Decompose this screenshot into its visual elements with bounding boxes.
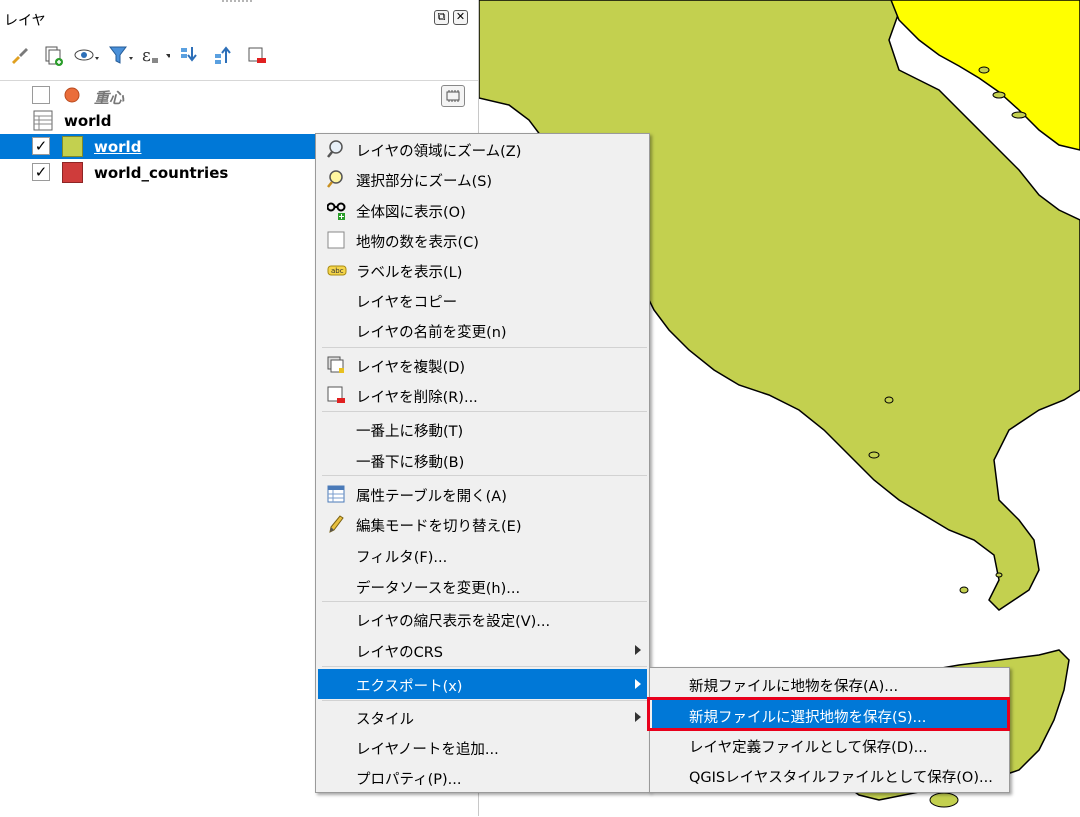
island [995,572,1003,578]
filter-icon[interactable] [106,40,136,70]
collapse-all-icon[interactable] [208,40,238,70]
submenu-arrow-icon [635,679,641,689]
zoom-selection-icon [327,170,345,188]
layer-context-menu: レイヤの領域にズーム(Z) 選択部分にズーム(S) 全体図に表示(O) 地物の数… [315,133,650,793]
menu-export[interactable]: エクスポート(x) [318,669,647,699]
island [959,586,969,594]
layer-memory-indicator-icon[interactable] [441,85,465,107]
visibility-eye-icon[interactable] [72,40,102,70]
island [978,66,990,74]
layer-label: world [94,138,142,156]
island [992,91,1006,99]
panel-title: レイヤ [4,13,46,29]
panel-drag-grip[interactable] [222,0,252,6]
close-icon[interactable]: ✕ [453,10,468,25]
menu-separator [322,700,647,701]
menu-separator [322,475,647,476]
submenu-arrow-icon [635,645,641,655]
zoom-layer-icon [327,140,345,158]
attribute-table-icon [327,485,345,503]
point-symbol-icon [62,85,83,106]
menu-rename-layer[interactable]: レイヤの名前を変更(n) [318,315,647,345]
menu-show-labels[interactable]: abc ラベルを表示(L) [318,255,647,285]
label-abc-icon: abc [327,261,347,279]
expand-all-icon[interactable] [174,40,204,70]
menu-show-feature-count[interactable]: 地物の数を表示(C) [318,225,647,255]
annotation-red-highlight-box [647,697,1010,731]
menu-zoom-to-selection[interactable]: 選択部分にズーム(S) [318,164,647,194]
layer-row-world-table[interactable]: world [0,108,478,133]
menu-change-data-source[interactable]: データソースを変更(h)... [318,571,647,601]
svg-text:abc: abc [331,267,344,275]
table-icon [33,110,54,131]
layers-toolbar: ε [4,40,272,70]
menu-copy-layer[interactable]: レイヤをコピー [318,285,647,315]
remove-layer-icon [327,386,345,404]
expression-filter-icon[interactable]: ε [140,40,170,70]
menu-separator [322,411,647,412]
menu-add-layer-notes[interactable]: レイヤノートを追加... [318,732,647,762]
menu-set-scale-visibility[interactable]: レイヤの縮尺表示を設定(V)... [318,604,647,634]
overview-glasses-icon [326,201,346,220]
menu-filter[interactable]: フィルタ(F)... [318,540,647,570]
panel-controls: ⧉ ✕ [434,10,468,25]
checkbox-icon [327,231,345,249]
pencil-icon [327,515,345,533]
layer-visibility-checkbox[interactable] [32,86,50,104]
menu-show-in-overview[interactable]: 全体図に表示(O) [318,195,647,225]
layer-row-centroid[interactable]: 重心 [0,83,478,108]
submenu-arrow-icon [635,712,641,722]
menu-properties[interactable]: プロパティ(P)... [318,762,647,792]
layer-visibility-checkbox[interactable]: ✓ [32,163,50,181]
remove-layer-icon[interactable] [242,40,272,70]
submenu-save-features-as[interactable]: 新規ファイルに地物を保存(A)... [652,669,1007,699]
polygon-symbol-icon [62,136,83,157]
svg-text:ε: ε [142,46,151,66]
undock-icon[interactable]: ⧉ [434,10,449,25]
submenu-save-as-layer-definition[interactable]: レイヤ定義ファイルとして保存(D)... [652,730,1007,760]
island [884,396,894,404]
menu-style[interactable]: スタイル [318,702,647,732]
polygon-symbol-icon [62,162,83,183]
island [929,792,959,808]
island [1011,111,1027,119]
menu-separator [322,601,647,602]
island [868,451,880,459]
add-group-icon[interactable] [38,40,68,70]
menu-duplicate-layer[interactable]: レイヤを複製(D) [318,350,647,380]
menu-open-attribute-table[interactable]: 属性テーブルを開く(A) [318,479,647,509]
menu-layer-crs[interactable]: レイヤのCRS [318,635,647,665]
layer-label: 重心 [94,89,125,107]
layer-label: world [64,112,112,130]
menu-move-to-top[interactable]: 一番上に移動(T) [318,414,647,444]
menu-separator [322,666,647,667]
layer-visibility-checkbox[interactable]: ✓ [32,137,50,155]
layer-label: world_countries [94,164,229,182]
duplicate-layer-icon [327,356,345,374]
menu-zoom-to-layer[interactable]: レイヤの領域にズーム(Z) [318,134,647,164]
style-brush-icon[interactable] [4,40,34,70]
menu-remove-layer[interactable]: レイヤを削除(R)... [318,380,647,410]
menu-separator [322,347,647,348]
menu-move-to-bottom[interactable]: 一番下に移動(B) [318,445,647,475]
submenu-save-as-qgis-style[interactable]: QGISレイヤスタイルファイルとして保存(O)... [652,760,1007,790]
menu-toggle-editing[interactable]: 編集モードを切り替え(E) [318,509,647,539]
